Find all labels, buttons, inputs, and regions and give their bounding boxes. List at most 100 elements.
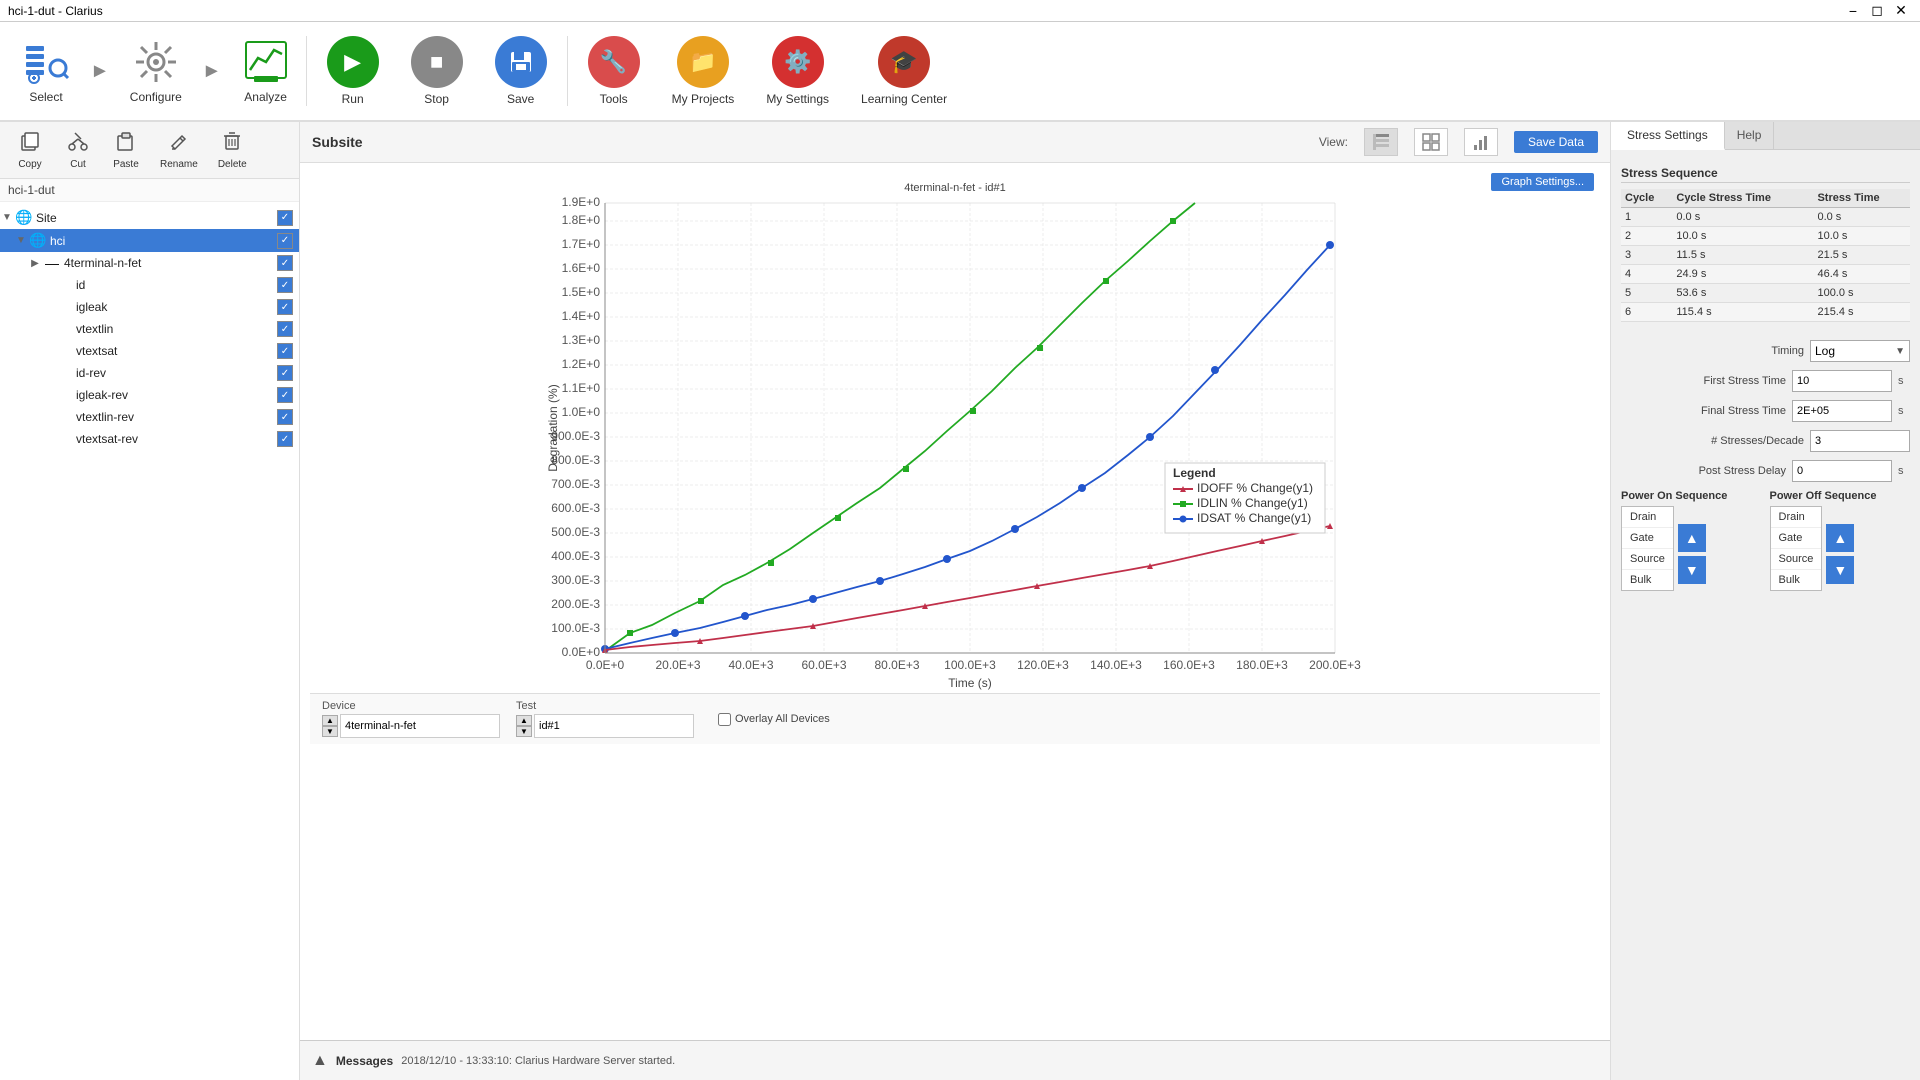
power-off-item[interactable]: Gate — [1771, 528, 1822, 549]
select-button[interactable]: Select — [10, 22, 82, 120]
power-on-item[interactable]: Source — [1622, 549, 1673, 570]
timing-label: Timing — [1621, 345, 1804, 357]
stop-button[interactable]: ■ Stop — [395, 22, 479, 120]
analyze-button[interactable]: Analyze — [230, 22, 302, 120]
tree-item[interactable]: vtextsat — [0, 340, 299, 362]
col-cycle: Cycle — [1621, 189, 1672, 208]
tree-item-checkbox[interactable] — [277, 387, 293, 403]
test-arrows[interactable]: ▲ ▼ — [516, 715, 532, 737]
first-stress-time-input[interactable] — [1792, 370, 1892, 392]
timing-row: Timing Log ▼ — [1621, 340, 1910, 362]
test-down-arrow[interactable]: ▼ — [516, 726, 532, 737]
table-cell: 53.6 s — [1672, 284, 1813, 303]
stress-sequence-table-wrapper: Cycle Cycle Stress Time Stress Time 10.0… — [1621, 189, 1910, 330]
power-on-item[interactable]: Bulk — [1622, 570, 1673, 590]
view-table-icon[interactable] — [1364, 128, 1398, 156]
save-button[interactable]: Save — [479, 22, 563, 120]
tree-item-label: vtextsat — [76, 344, 277, 358]
maximize-button[interactable]: ◻ — [1866, 0, 1888, 22]
device-input[interactable] — [340, 714, 500, 738]
cut-button[interactable]: Cut — [56, 126, 100, 174]
tree-item[interactable]: id-rev — [0, 362, 299, 384]
power-off-col: Power Off Sequence DrainGateSourceBulk ▲… — [1770, 490, 1911, 591]
tree-item-checkbox[interactable] — [277, 343, 293, 359]
run-button[interactable]: ▶ Run — [311, 22, 395, 120]
tree-item[interactable]: vtextlin — [0, 318, 299, 340]
tree-item[interactable]: vtextsat-rev — [0, 428, 299, 450]
select-icon — [22, 38, 70, 86]
power-on-up-button[interactable]: ▲ — [1678, 524, 1706, 552]
timing-dropdown[interactable]: Log ▼ — [1810, 340, 1910, 362]
table-cell: 4 — [1621, 265, 1672, 284]
tree-item-checkbox[interactable] — [277, 255, 293, 271]
myprojects-button[interactable]: 📁 My Projects — [656, 22, 751, 120]
rename-button[interactable]: Rename — [152, 126, 206, 174]
messages-toggle[interactable]: ▲ — [312, 1052, 328, 1070]
power-on-title: Power On Sequence — [1621, 490, 1762, 502]
tree-item[interactable]: ▼🌐hci — [0, 229, 299, 252]
tab-stress-settings[interactable]: Stress Settings — [1611, 122, 1725, 150]
close-button[interactable]: ✕ — [1890, 0, 1912, 22]
tree-item-checkbox[interactable] — [277, 299, 293, 315]
table-row: 10.0 s0.0 s — [1621, 208, 1910, 227]
right-tabs: Stress Settings Help — [1611, 122, 1920, 150]
power-off-item[interactable]: Bulk — [1771, 570, 1822, 590]
tools-icon: 🔧 — [588, 36, 640, 88]
final-stress-time-input[interactable] — [1792, 400, 1892, 422]
paste-button[interactable]: Paste — [104, 126, 148, 174]
power-off-item[interactable]: Source — [1771, 549, 1822, 570]
svg-text:120.0E+3: 120.0E+3 — [1017, 658, 1069, 672]
svg-text:140.0E+3: 140.0E+3 — [1090, 658, 1142, 672]
delete-button[interactable]: Delete — [210, 126, 255, 174]
device-down-arrow[interactable]: ▼ — [322, 726, 338, 737]
svg-text:400.0E-3: 400.0E-3 — [551, 549, 600, 563]
test-input[interactable] — [534, 714, 694, 738]
copy-button[interactable]: Copy — [8, 126, 52, 174]
tree-item[interactable]: ▼🌐Site — [0, 206, 299, 229]
tree-item-checkbox[interactable] — [277, 233, 293, 249]
power-on-item[interactable]: Drain — [1622, 507, 1673, 528]
svg-text:300.0E-3: 300.0E-3 — [551, 573, 600, 587]
save-label: Save — [507, 92, 534, 106]
device-up-arrow[interactable]: ▲ — [322, 715, 338, 726]
tab-help[interactable]: Help — [1725, 122, 1775, 149]
mysettings-button[interactable]: ⚙️ My Settings — [750, 22, 845, 120]
svg-text:60.0E+3: 60.0E+3 — [801, 658, 846, 672]
device-arrows[interactable]: ▲ ▼ — [322, 715, 338, 737]
table-cell: 11.5 s — [1672, 246, 1813, 265]
power-off-item[interactable]: Drain — [1771, 507, 1822, 528]
tree-item-checkbox[interactable] — [277, 365, 293, 381]
overlay-checkbox[interactable] — [718, 713, 731, 726]
minimize-button[interactable]: − — [1842, 0, 1864, 22]
stresses-per-decade-input[interactable] — [1810, 430, 1910, 452]
svg-text:IDOFF % Change(y1): IDOFF % Change(y1) — [1197, 481, 1313, 495]
view-grid-icon[interactable] — [1414, 128, 1448, 156]
tree-item-checkbox[interactable] — [277, 277, 293, 293]
view-chart-icon[interactable] — [1464, 128, 1498, 156]
power-on-down-button[interactable]: ▼ — [1678, 556, 1706, 584]
paste-icon — [115, 130, 137, 157]
test-up-arrow[interactable]: ▲ — [516, 715, 532, 726]
power-off-down-button[interactable]: ▼ — [1826, 556, 1854, 584]
post-stress-delay-unit: s — [1898, 465, 1910, 477]
tree-item[interactable]: igleak — [0, 296, 299, 318]
tree-item-checkbox[interactable] — [277, 321, 293, 337]
svg-text:80.0E+3: 80.0E+3 — [874, 658, 919, 672]
learning-button[interactable]: 🎓 Learning Center — [845, 22, 963, 120]
configure-button[interactable]: Configure — [118, 22, 194, 120]
tree-item-label: igleak-rev — [76, 388, 277, 402]
tree-item[interactable]: id — [0, 274, 299, 296]
rename-icon — [168, 130, 190, 157]
power-on-item[interactable]: Gate — [1622, 528, 1673, 549]
tree-item[interactable]: vtextlin-rev — [0, 406, 299, 428]
tree-item-checkbox[interactable] — [277, 431, 293, 447]
power-off-up-button[interactable]: ▲ — [1826, 524, 1854, 552]
save-data-button[interactable]: Save Data — [1514, 131, 1598, 153]
post-stress-delay-input[interactable] — [1792, 460, 1892, 482]
tree-item[interactable]: ▶—4terminal-n-fet — [0, 252, 299, 274]
svg-text:IDSAT % Change(y1): IDSAT % Change(y1) — [1197, 511, 1311, 525]
tree-item[interactable]: igleak-rev — [0, 384, 299, 406]
tree-item-checkbox[interactable] — [277, 409, 293, 425]
tree-item-checkbox[interactable] — [277, 210, 293, 226]
tools-button[interactable]: 🔧 Tools — [572, 22, 656, 120]
